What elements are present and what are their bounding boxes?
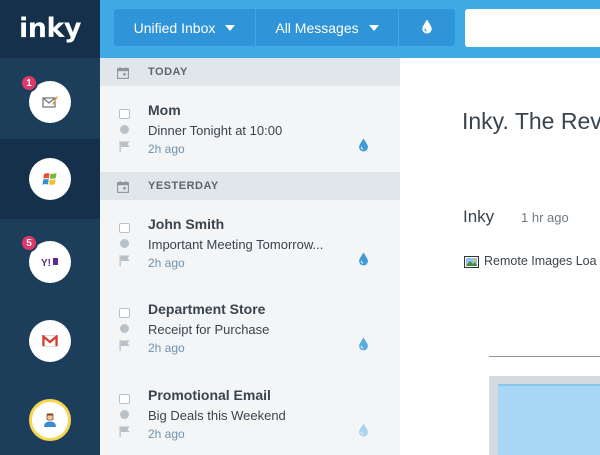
search-input[interactable]: [465, 9, 600, 47]
unread-dot-icon[interactable]: [120, 410, 129, 419]
gmail-logo-icon: [42, 335, 58, 347]
user-avatar-icon: [42, 412, 58, 428]
section-label: TODAY: [148, 66, 188, 78]
yahoo-logo-icon: Y!: [41, 256, 59, 268]
message-subject: Important Meeting Tomorrow...: [148, 237, 324, 252]
email-time: 1 hr ago: [521, 210, 569, 225]
droplet-icon: [358, 337, 369, 356]
droplet-icon: [421, 19, 433, 37]
chevron-down-icon: [368, 24, 379, 31]
compose-mail-icon: [42, 95, 58, 109]
flag-icon[interactable]: [119, 424, 130, 442]
top-toolbar: Unified Inbox All Messages: [100, 0, 600, 58]
flag-icon[interactable]: [119, 139, 130, 157]
chevron-down-icon: [225, 24, 236, 31]
divider: [489, 356, 600, 357]
message-time: 2h ago: [148, 256, 185, 270]
select-checkbox[interactable]: [119, 308, 130, 318]
message-row[interactable]: Mom Dinner Tonight at 10:00 2h ago: [100, 86, 400, 172]
select-checkbox[interactable]: [119, 223, 130, 233]
unified-inbox-dropdown[interactable]: Unified Inbox: [114, 9, 255, 46]
reading-pane: Inky. The Rev Inky 1 hr ago Remote Image…: [400, 58, 600, 455]
message-sender: John Smith: [148, 216, 225, 232]
remote-images-label: Remote Images Loa: [484, 254, 597, 268]
flag-icon[interactable]: [119, 338, 130, 356]
account-profile[interactable]: [0, 380, 100, 455]
message-time: 2h ago: [148, 142, 185, 156]
account-inbox[interactable]: 1: [0, 62, 100, 142]
email-title: Inky. The Rev: [462, 108, 600, 134]
flag-icon[interactable]: [119, 253, 130, 271]
section-label: YESTERDAY: [148, 180, 219, 192]
logo-text: inky: [18, 12, 82, 44]
windows-logo-icon: [42, 171, 58, 187]
droplet-icon: [358, 423, 369, 442]
svg-text:Y!: Y!: [41, 258, 51, 268]
message-list: TODAY Mom Dinner Tonight at 10:00 2h ago: [100, 58, 400, 455]
account-gmail[interactable]: [0, 301, 100, 381]
unified-inbox-label: Unified Inbox: [133, 19, 216, 36]
message-subject: Big Deals this Weekend: [148, 408, 286, 423]
calendar-icon: [117, 66, 129, 84]
all-messages-label: All Messages: [275, 19, 359, 36]
unread-dot-icon[interactable]: [120, 324, 129, 333]
message-subject: Receipt for Purchase: [148, 322, 270, 337]
account-windows[interactable]: [0, 139, 100, 219]
email-image: [498, 384, 600, 455]
section-header-today: TODAY: [100, 58, 400, 86]
unread-badge: 1: [20, 74, 38, 92]
relevance-filter-button[interactable]: [399, 9, 455, 46]
app-logo: inky: [0, 0, 100, 58]
account-sidebar: inky 1 5 Y!: [0, 0, 100, 455]
message-time: 2h ago: [148, 341, 185, 355]
remote-images-link[interactable]: Remote Images Loa: [464, 254, 597, 268]
email-sender: Inky: [463, 207, 495, 226]
message-row[interactable]: Promotional Email Big Deals this Weekend…: [100, 371, 400, 455]
unread-dot-icon[interactable]: [120, 239, 129, 248]
unread-badge: 5: [20, 234, 38, 252]
select-checkbox[interactable]: [119, 109, 130, 119]
message-row[interactable]: John Smith Important Meeting Tomorrow...…: [100, 200, 400, 286]
account-yahoo[interactable]: 5 Y!: [0, 222, 100, 302]
unread-dot-icon[interactable]: [120, 125, 129, 134]
image-icon: [464, 255, 479, 268]
calendar-icon: [117, 180, 129, 198]
select-checkbox[interactable]: [119, 394, 130, 404]
message-sender: Promotional Email: [148, 387, 271, 403]
all-messages-dropdown[interactable]: All Messages: [256, 9, 398, 46]
message-subject: Dinner Tonight at 10:00: [148, 123, 283, 138]
droplet-icon: [358, 138, 369, 157]
message-time: 2h ago: [148, 427, 185, 441]
message-row[interactable]: Department Store Receipt for Purchase 2h…: [100, 285, 400, 371]
droplet-icon: [358, 252, 369, 271]
message-sender: Mom: [148, 102, 181, 118]
message-sender: Department Store: [148, 301, 266, 317]
section-header-yesterday: YESTERDAY: [100, 172, 400, 200]
